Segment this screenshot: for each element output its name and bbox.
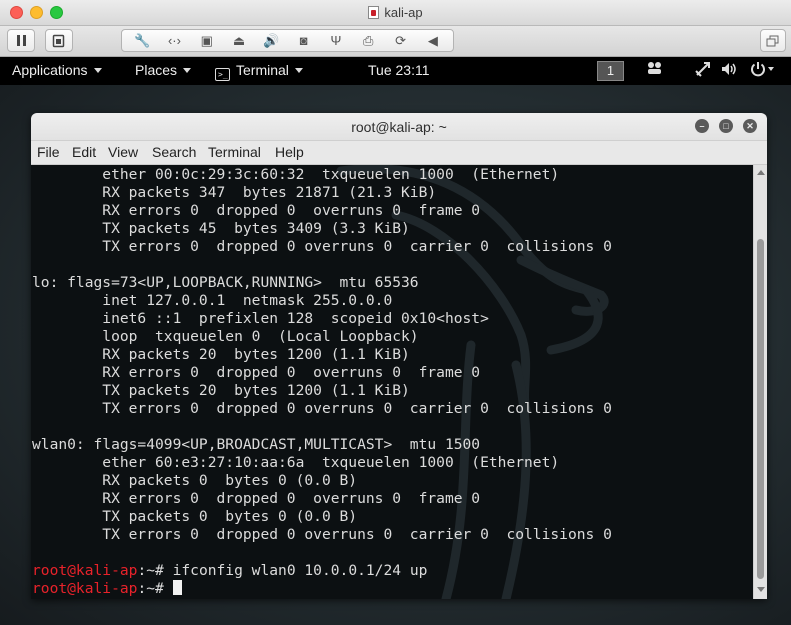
terminal-line: TX errors 0 dropped 0 overruns 0 carrier… bbox=[32, 526, 612, 543]
scroll-up-arrow-icon[interactable] bbox=[757, 170, 765, 175]
menu-help[interactable]: Help bbox=[275, 144, 304, 160]
restore-window-button[interactable] bbox=[760, 29, 786, 52]
menu-terminal[interactable]: Terminal bbox=[208, 144, 261, 160]
terminal-app-menu[interactable]: >_ Terminal bbox=[215, 62, 303, 81]
prompt-line: root@kali-ap:~# bbox=[32, 580, 753, 598]
command-text: ifconfig wlan0 10.0.0.1/24 up bbox=[172, 562, 428, 579]
terminal-line: lo: flags=73<UP,LOOPBACK,RUNNING> mtu 65… bbox=[32, 274, 419, 291]
settings-icon[interactable]: 🔧 bbox=[132, 33, 152, 49]
terminal-line: RX errors 0 dropped 0 overruns 0 frame 0 bbox=[32, 364, 481, 381]
vm-window-title: kali-ap bbox=[0, 5, 791, 20]
terminal-menubar: File Edit View Search Terminal Help bbox=[31, 141, 767, 165]
terminal-text: ether 00:0c:29:3c:60:32 txqueuelen 1000 … bbox=[32, 166, 753, 598]
terminal-line: loop txqueuelen 0 (Local Loopback) bbox=[32, 328, 419, 345]
pause-button[interactable] bbox=[7, 29, 35, 52]
snapshot-icon bbox=[52, 34, 65, 47]
minimize-button[interactable]: – bbox=[695, 119, 709, 133]
terminal-line: RX packets 20 bytes 1200 (1.1 KiB) bbox=[32, 346, 410, 363]
terminal-app-icon: >_ bbox=[215, 68, 230, 81]
terminal-window: root@kali-ap: ~ – □ ✕ File Edit View Sea… bbox=[31, 113, 767, 599]
harddisk-icon[interactable]: ▣ bbox=[197, 33, 217, 49]
network-icon[interactable] bbox=[695, 61, 711, 81]
prompt-user-host: root@kali-ap bbox=[32, 580, 138, 597]
chevron-down-icon bbox=[93, 68, 102, 73]
terminal-app-label: Terminal bbox=[236, 62, 289, 78]
volume-icon[interactable] bbox=[720, 61, 738, 81]
prompt-user-host: root@kali-ap bbox=[32, 562, 138, 579]
menu-search[interactable]: Search bbox=[152, 144, 196, 160]
places-label: Places bbox=[135, 62, 178, 78]
restore-window-icon bbox=[766, 35, 779, 46]
terminal-line: TX errors 0 dropped 0 overruns 0 carrier… bbox=[32, 400, 612, 417]
terminal-line: ether 60:e3:27:10:aa:6a txqueuelen 1000 … bbox=[32, 454, 560, 471]
terminal-title: root@kali-ap: ~ bbox=[351, 119, 447, 135]
terminal-line: TX packets 0 bytes 0 (0.0 B) bbox=[32, 508, 358, 525]
terminal-line: RX errors 0 dropped 0 overruns 0 frame 0 bbox=[32, 490, 481, 507]
terminal-line: TX errors 0 dropped 0 overruns 0 carrier… bbox=[32, 238, 612, 255]
terminal-line: TX packets 45 bytes 3409 (3.3 KiB) bbox=[32, 220, 410, 237]
device-toolbar-group: 🔧 ‹·› ▣ ⏏ 🔊 ◙ Ψ ⎙ ⟳ ◀ bbox=[121, 29, 454, 52]
terminal-line: inet6 ::1 prefixlen 128 scopeid 0x10<hos… bbox=[32, 310, 489, 327]
vm-window-titlebar: kali-ap bbox=[0, 0, 791, 26]
menu-edit[interactable]: Edit bbox=[72, 144, 96, 160]
collapse-arrow-icon[interactable]: ◀ bbox=[423, 33, 443, 49]
scrollbar-thumb[interactable] bbox=[757, 239, 764, 579]
applications-label: Applications bbox=[12, 62, 88, 78]
applications-menu[interactable]: Applications bbox=[12, 62, 102, 78]
prompt-path: :~# bbox=[137, 580, 173, 597]
terminal-line: TX packets 20 bytes 1200 (1.1 KiB) bbox=[32, 382, 410, 399]
terminal-line: inet 127.0.0.1 netmask 255.0.0.0 bbox=[32, 292, 393, 309]
network-icon[interactable]: ‹·› bbox=[164, 33, 184, 48]
scroll-down-arrow-icon[interactable] bbox=[757, 587, 765, 592]
terminal-line: RX packets 0 bytes 0 (0.0 B) bbox=[32, 472, 358, 489]
terminal-line: RX packets 347 bytes 21871 (21.3 KiB) bbox=[32, 184, 437, 201]
optical-drive-icon[interactable]: ⏏ bbox=[229, 33, 249, 49]
sound-icon[interactable]: 🔊 bbox=[261, 33, 281, 49]
workspace-indicator[interactable]: 1 bbox=[597, 61, 624, 81]
gnome-top-bar: Applications Places >_ Terminal Tue 23:11… bbox=[0, 57, 791, 85]
vm-window-title-text: kali-ap bbox=[384, 5, 423, 20]
close-button[interactable]: ✕ bbox=[743, 119, 757, 133]
text-cursor[interactable] bbox=[172, 580, 182, 595]
power-menu-icon[interactable] bbox=[750, 61, 776, 81]
menu-file[interactable]: File bbox=[37, 144, 60, 160]
vm-tools-icon[interactable] bbox=[646, 61, 664, 79]
pause-icon bbox=[16, 35, 26, 46]
prompt-line: root@kali-ap:~# ifconfig wlan0 10.0.0.1/… bbox=[32, 562, 753, 580]
terminal-line: wlan0: flags=4099<UP,BROADCAST,MULTICAST… bbox=[32, 436, 481, 453]
vm-toolbar: 🔧 ‹·› ▣ ⏏ 🔊 ◙ Ψ ⎙ ⟳ ◀ bbox=[0, 26, 791, 57]
terminal-output-area[interactable]: ether 00:0c:29:3c:60:32 txqueuelen 1000 … bbox=[31, 165, 753, 599]
snapshot-button[interactable] bbox=[45, 29, 73, 52]
terminal-line: RX errors 0 dropped 0 overruns 0 frame 0 bbox=[32, 202, 481, 219]
menu-view[interactable]: View bbox=[108, 144, 138, 160]
terminal-titlebar[interactable]: root@kali-ap: ~ – □ ✕ bbox=[31, 113, 767, 141]
chevron-down-icon bbox=[294, 68, 303, 73]
printer-icon[interactable]: ⎙ bbox=[358, 33, 378, 49]
sync-icon[interactable]: ⟳ bbox=[391, 33, 411, 49]
vm-document-icon bbox=[368, 6, 380, 19]
maximize-button[interactable]: □ bbox=[719, 119, 733, 133]
usb-icon[interactable]: Ψ bbox=[326, 33, 346, 48]
places-menu[interactable]: Places bbox=[135, 62, 192, 78]
terminal-line: ether 00:0c:29:3c:60:32 txqueuelen 1000 … bbox=[32, 166, 560, 183]
camera-icon[interactable]: ◙ bbox=[294, 33, 314, 48]
prompt-path: :~# bbox=[137, 562, 173, 579]
chevron-down-icon bbox=[183, 68, 192, 73]
terminal-scrollbar[interactable] bbox=[753, 165, 767, 599]
clock[interactable]: Tue 23:11 bbox=[368, 62, 430, 78]
